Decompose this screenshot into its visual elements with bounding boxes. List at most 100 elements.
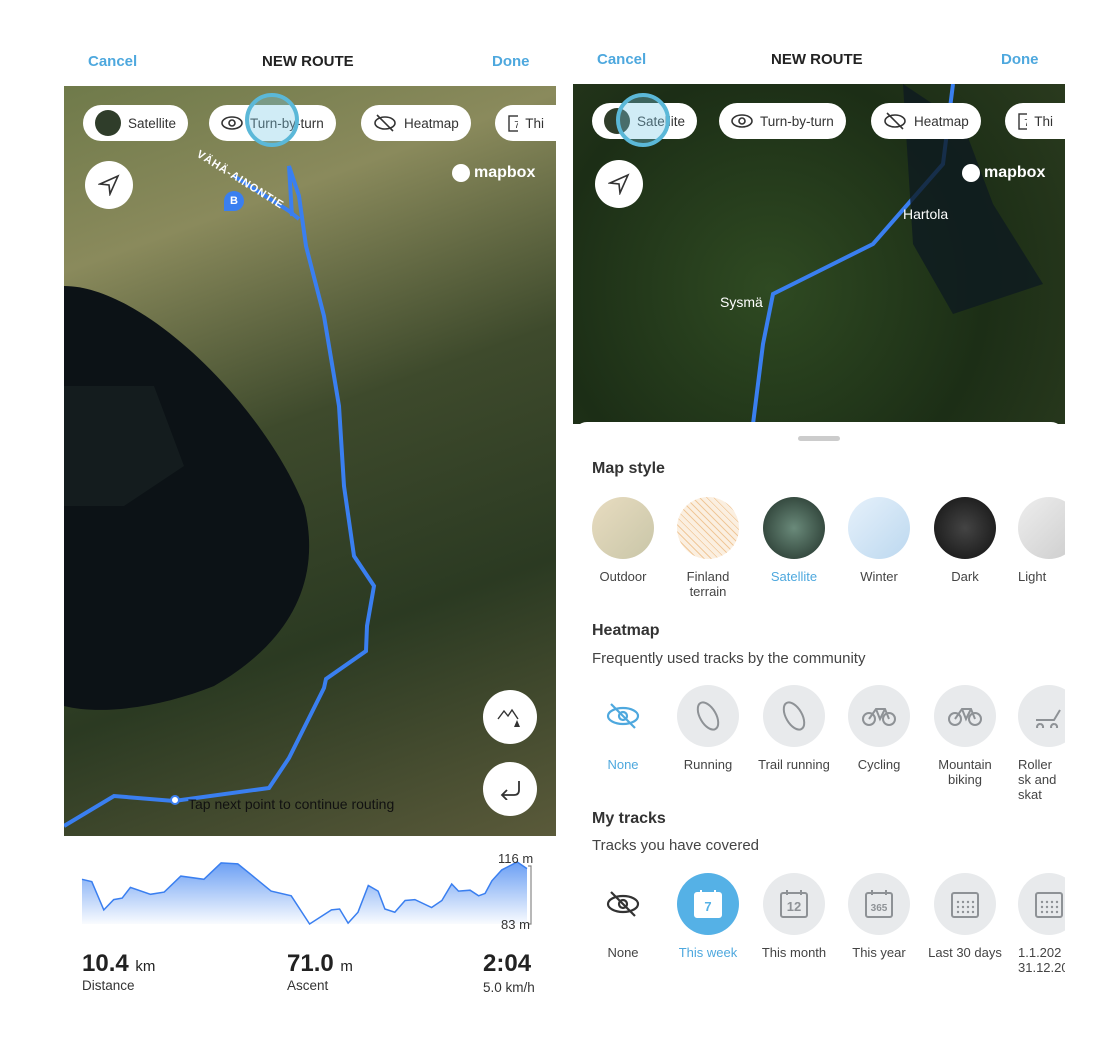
running-shoe-icon: [677, 685, 739, 747]
distance-value: 10.4 km: [82, 950, 156, 977]
start-point[interactable]: [170, 795, 180, 805]
eye-off-icon: [592, 873, 654, 935]
map-view[interactable]: VÄHÄ-AINONTIE B Tap next point to contin…: [64, 86, 556, 836]
drag-handle[interactable]: [798, 436, 840, 441]
svg-text:7: 7: [1024, 118, 1027, 129]
option-1-1-2020-31-12-2020[interactable]: 1.1.202 31.12.20: [1010, 873, 1065, 975]
locate-button[interactable]: [595, 160, 643, 208]
map-style-thumb-1-icon: [677, 497, 739, 559]
heatmap-title: Heatmap: [592, 622, 660, 639]
map-style-thumb-5-icon: [1018, 497, 1065, 559]
chip-heatmap[interactable]: Heatmap: [361, 105, 471, 141]
duration-value: 2:04: [483, 950, 532, 977]
option-running[interactable]: Running: [668, 685, 748, 772]
eye-off-icon: [884, 112, 906, 130]
option-trail-running[interactable]: Trail running: [754, 685, 834, 772]
chip-turn-by-turn[interactable]: Turn-by-turn: [719, 103, 846, 139]
return-arrow-icon: [500, 781, 520, 800]
cancel-button[interactable]: Cancel: [597, 51, 646, 68]
option-label: None: [607, 757, 639, 772]
option-label: This week: [678, 945, 738, 960]
mountain-tree-icon: [497, 708, 520, 727]
calendar-grid-icon: [1018, 873, 1065, 935]
eye-off-icon: [374, 114, 396, 132]
terrain-button[interactable]: [483, 690, 537, 744]
option-this-month[interactable]: 12 This month: [754, 873, 834, 960]
page-title: NEW ROUTE: [771, 51, 863, 68]
calendar-7-icon: 7: [1018, 113, 1028, 130]
option-none[interactable]: None: [583, 873, 663, 960]
svg-text:7: 7: [704, 899, 711, 914]
elevation-profile[interactable]: [80, 850, 540, 940]
calendar-grid-icon: [934, 873, 996, 935]
ascent-value: 71.0 m: [287, 950, 353, 977]
map-canvas: [64, 165, 377, 828]
navigation-arrow-icon: [98, 174, 120, 196]
map-style-thumb-4-icon: [934, 497, 996, 559]
option-finland-terrain[interactable]: Finland terrain: [668, 497, 748, 599]
page-title: NEW ROUTE: [262, 53, 354, 70]
option-this-week[interactable]: 7 This week: [668, 873, 748, 960]
option-label: Trail running: [758, 757, 830, 772]
my-tracks-title: My tracks: [592, 810, 666, 827]
option-label: Mountain biking: [938, 757, 992, 787]
option-roller-skating-and-skating[interactable]: Roller sk and skat: [1010, 685, 1065, 802]
chip-label: Thi: [1034, 113, 1053, 129]
done-button[interactable]: Done: [1001, 51, 1039, 68]
satellite-thumb-icon: [95, 110, 121, 136]
my-tracks-subtitle: Tracks you have covered: [592, 837, 760, 854]
cancel-button[interactable]: Cancel: [88, 53, 137, 70]
option-dark[interactable]: Dark: [925, 497, 1005, 584]
elevation-min: 83 m: [501, 917, 530, 932]
option-label: Light: [1018, 569, 1047, 584]
chip-this-week[interactable]: 7 Thi: [1005, 103, 1065, 139]
option-label: 1.1.202 31.12.20: [1018, 945, 1065, 975]
place-label: Sysmä: [720, 294, 763, 310]
option-this-year[interactable]: 365 This year: [839, 873, 919, 960]
calendar-365-icon: 365: [848, 873, 910, 935]
chip-heatmap[interactable]: Heatmap: [871, 103, 981, 139]
option-light[interactable]: Light: [1010, 497, 1065, 584]
mapbox-logo: mapbox: [962, 164, 1045, 182]
option-label: This year: [852, 945, 906, 960]
map-style-thumb-3-icon: [848, 497, 910, 559]
map-style-thumb-2-icon: [763, 497, 825, 559]
elevation-max: 116 m: [498, 851, 534, 866]
navigation-arrow-icon: [608, 173, 630, 195]
option-none[interactable]: None: [583, 685, 663, 772]
chip-label: Heatmap: [404, 115, 459, 131]
svg-text:365: 365: [871, 903, 888, 914]
option-satellite[interactable]: Satellite: [754, 497, 834, 584]
option-winter[interactable]: Winter: [839, 497, 919, 584]
chip-label: Turn-by-turn: [760, 113, 834, 129]
chip-satellite[interactable]: Satellite: [83, 105, 189, 141]
chip-label: Satellite: [128, 115, 177, 131]
option-label: None: [607, 945, 639, 960]
option-cycling[interactable]: Cycling: [839, 685, 919, 772]
routing-hint: Tap next point to continue routing: [188, 796, 395, 812]
bicycle-icon: [848, 685, 910, 747]
option-label: Finland terrain: [686, 569, 730, 599]
end-marker[interactable]: B: [224, 191, 244, 211]
elevation-range-bracket: [528, 865, 532, 925]
chip-label: Thi: [525, 115, 544, 131]
eye-icon: [221, 116, 243, 130]
option-outdoor[interactable]: Outdoor: [583, 497, 663, 584]
option-mountain-biking[interactable]: Mountain biking: [925, 685, 1005, 787]
done-button[interactable]: Done: [492, 53, 530, 70]
mapbox-logo: mapbox: [452, 164, 535, 182]
option-label: Cycling: [857, 757, 901, 772]
trail-shoe-icon: [763, 685, 825, 747]
calendar-12-icon: 12: [763, 873, 825, 935]
option-last-30-days[interactable]: Last 30 days: [925, 873, 1005, 960]
tap-indicator: [616, 93, 670, 147]
option-label: Winter: [860, 569, 898, 584]
mountain-bike-icon: [934, 685, 996, 747]
tap-indicator: [245, 93, 299, 147]
locate-button[interactable]: [85, 161, 133, 209]
chip-this-week[interactable]: 7 Thi: [495, 105, 556, 141]
place-label: Hartola: [903, 206, 949, 222]
undo-button[interactable]: [483, 762, 537, 816]
chip-label: Heatmap: [914, 113, 969, 129]
speed-value: 5.0 km/h: [483, 980, 535, 995]
